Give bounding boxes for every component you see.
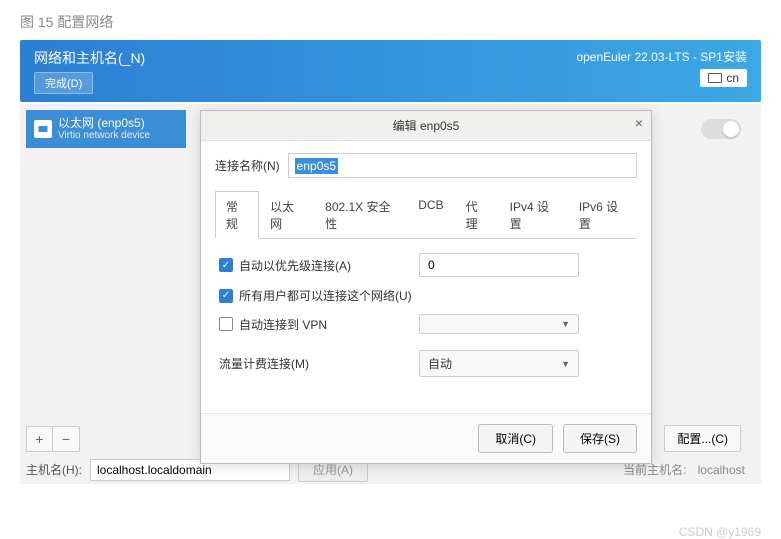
tab-content-general: 自动以优先级连接(A) − + 所有用户都可以连接这个网络(U)	[215, 239, 637, 401]
auto-priority-checkbox[interactable]: 自动以优先级连接(A)	[219, 257, 409, 274]
vpn-dropdown[interactable]: ▼	[419, 314, 579, 334]
tab-ethernet[interactable]: 以太网	[259, 191, 314, 239]
network-item-name: 以太网 (enp0s5)	[58, 116, 150, 130]
network-item-subtitle: Virtio network device	[58, 130, 150, 142]
remove-network-button[interactable]: −	[53, 427, 79, 451]
page-title: 网络和主机名(_N)	[34, 48, 145, 68]
add-network-button[interactable]: +	[27, 427, 53, 451]
dialog-tabs: 常规 以太网 802.1X 安全性 DCB 代理 IPv4 设置 IPv6 设置	[215, 190, 637, 239]
installer-screen: 网络和主机名(_N) 完成(D) openEuler 22.03-LTS - S…	[0, 40, 781, 494]
network-list: 以太网 (enp0s5) Virtio network device	[26, 110, 186, 148]
connection-name-label: 连接名称(N)	[215, 157, 280, 174]
priority-spinner[interactable]: − +	[419, 253, 579, 277]
configure-button[interactable]: 配置...(C)	[664, 425, 741, 452]
metered-label: 流量计费连接(M)	[219, 355, 409, 372]
edit-connection-dialog: 编辑 enp0s5 × 连接名称(N) enp0s5 常规 以太网 802.1X…	[200, 110, 652, 464]
tab-8021x[interactable]: 802.1X 安全性	[314, 191, 407, 239]
network-add-remove: + −	[26, 426, 80, 452]
priority-value[interactable]	[420, 254, 579, 276]
header-bar: 网络和主机名(_N) 完成(D) openEuler 22.03-LTS - S…	[20, 40, 761, 102]
tab-ipv4[interactable]: IPv4 设置	[499, 191, 568, 239]
checkbox-unchecked-icon	[219, 317, 233, 331]
all-users-checkbox[interactable]: 所有用户都可以连接这个网络(U)	[219, 287, 633, 304]
installer-label: openEuler 22.03-LTS - SP1安装	[576, 48, 747, 65]
hostname-label: 主机名(H):	[26, 461, 82, 478]
tab-ipv6[interactable]: IPv6 设置	[568, 191, 637, 239]
ethernet-icon	[34, 120, 52, 138]
cancel-button[interactable]: 取消(C)	[478, 424, 553, 453]
done-button[interactable]: 完成(D)	[34, 72, 93, 94]
checkbox-checked-icon	[219, 258, 233, 272]
connection-name-input[interactable]: enp0s5	[288, 153, 637, 178]
checkbox-checked-icon	[219, 289, 233, 303]
tab-proxy[interactable]: 代理	[455, 191, 499, 239]
figure-caption: 图 15 配置网络	[0, 0, 781, 40]
close-icon[interactable]: ×	[635, 115, 643, 131]
current-hostname-value: localhost	[698, 463, 745, 477]
tab-dcb[interactable]: DCB	[407, 191, 454, 239]
keyboard-icon	[708, 73, 722, 83]
watermark: CSDN @y1969	[679, 525, 761, 539]
save-button[interactable]: 保存(S)	[563, 424, 637, 453]
auto-vpn-checkbox[interactable]: 自动连接到 VPN	[219, 316, 409, 333]
network-toggle[interactable]	[701, 119, 741, 139]
connection-name-value: enp0s5	[295, 158, 338, 174]
chevron-down-icon: ▼	[561, 359, 570, 369]
dialog-title: 编辑 enp0s5 ×	[201, 111, 651, 141]
tab-general[interactable]: 常规	[215, 191, 259, 239]
metered-dropdown[interactable]: 自动▼	[419, 350, 579, 377]
chevron-down-icon: ▼	[561, 319, 570, 329]
network-item-ethernet[interactable]: 以太网 (enp0s5) Virtio network device	[26, 110, 186, 148]
main-area: 以太网 (enp0s5) Virtio network device + − 配…	[20, 104, 761, 484]
keyboard-layout-selector[interactable]: cn	[700, 69, 747, 87]
keyboard-layout-label: cn	[726, 71, 739, 85]
